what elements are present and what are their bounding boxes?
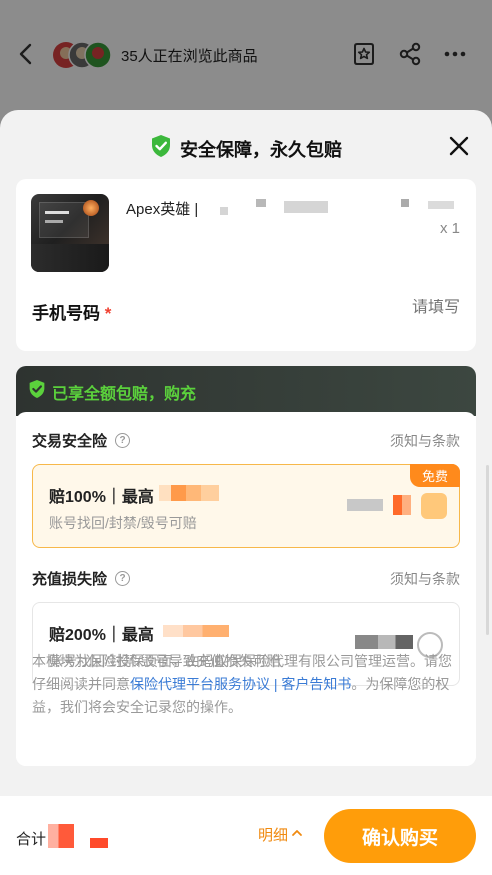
total-label: 合计 — [16, 831, 47, 848]
product-quantity: x 1 — [440, 220, 461, 237]
insurance-banner-text: 已享全额包赔，购充 — [52, 385, 197, 403]
insurance-banner: 已享全额包赔，购充 — [16, 366, 476, 416]
redacted-amount — [163, 625, 229, 637]
detail-toggle[interactable]: 明细 — [258, 824, 304, 845]
confirm-purchase-button[interactable]: 确认购买 — [324, 809, 476, 863]
option-main-text: 赔100%｜最高 — [49, 489, 154, 506]
free-tag: 免费 — [409, 464, 460, 487]
checked-radio — [421, 493, 447, 519]
sheet-title: 安全保障，永久包赔 — [150, 134, 342, 163]
close-icon[interactable] — [447, 134, 471, 158]
redacted-price — [347, 499, 383, 511]
scrollbar[interactable] — [486, 465, 489, 635]
help-icon[interactable]: ? — [115, 433, 131, 448]
option-sub-text: 账号找回/封禁/毁号可赔 — [49, 515, 197, 531]
redacted-text — [220, 207, 228, 215]
product-name: Apex英雄 | — [126, 201, 199, 218]
insurance-module: 已享全额包赔，购充 交易安全险 ? 须知与条款 赔100%｜最高 账号找回/封禁… — [16, 366, 476, 766]
insurance-bottom-sheet: 安全保障，永久包赔 Apex英雄 | x 1 手机号码 * 已享全额包赔， — [0, 110, 492, 875]
terms-link[interactable]: 须知与条款 — [390, 431, 460, 451]
terms-link[interactable]: 须知与条款 — [390, 569, 460, 589]
section-title-trade-insurance: 交易安全险 ? — [32, 430, 131, 451]
insurance-options: 交易安全险 ? 须知与条款 赔100%｜最高 账号找回/封禁/毁号可赔 免费 充… — [16, 412, 476, 766]
phone-input[interactable] — [356, 299, 460, 317]
chevron-up-icon — [290, 826, 304, 844]
agreement-link[interactable]: 保险代理平台服务协议 | 客户告知书 — [130, 676, 351, 692]
product-card: Apex英雄 | x 1 手机号码 * — [16, 179, 476, 351]
section-title-recharge-insurance: 充值损失险 ? — [32, 568, 131, 589]
redacted-amount — [159, 485, 219, 501]
product-thumbnail[interactable] — [31, 194, 109, 272]
footer-bar: 合计 明细 确认购买 — [0, 796, 492, 875]
option-trade-insurance[interactable]: 赔100%｜最高 账号找回/封禁/毁号可赔 免费 — [32, 464, 460, 548]
shield-check-icon — [150, 134, 172, 163]
help-icon[interactable]: ? — [115, 571, 131, 586]
required-mark: * — [104, 304, 112, 323]
redacted-total — [48, 824, 74, 848]
option-main-text: 赔200%｜最高 — [49, 627, 154, 644]
redacted-price — [355, 635, 413, 649]
phone-label: 手机号码 * — [32, 304, 112, 323]
shield-check-icon — [28, 379, 46, 404]
sheet-header: 安全保障，永久包赔 — [0, 110, 492, 178]
insurance-disclaimer: 本模块为保险投保页面，由蚂蚁保保险代理有限公司管理运营。请您仔细阅读并同意保险代… — [32, 653, 452, 715]
